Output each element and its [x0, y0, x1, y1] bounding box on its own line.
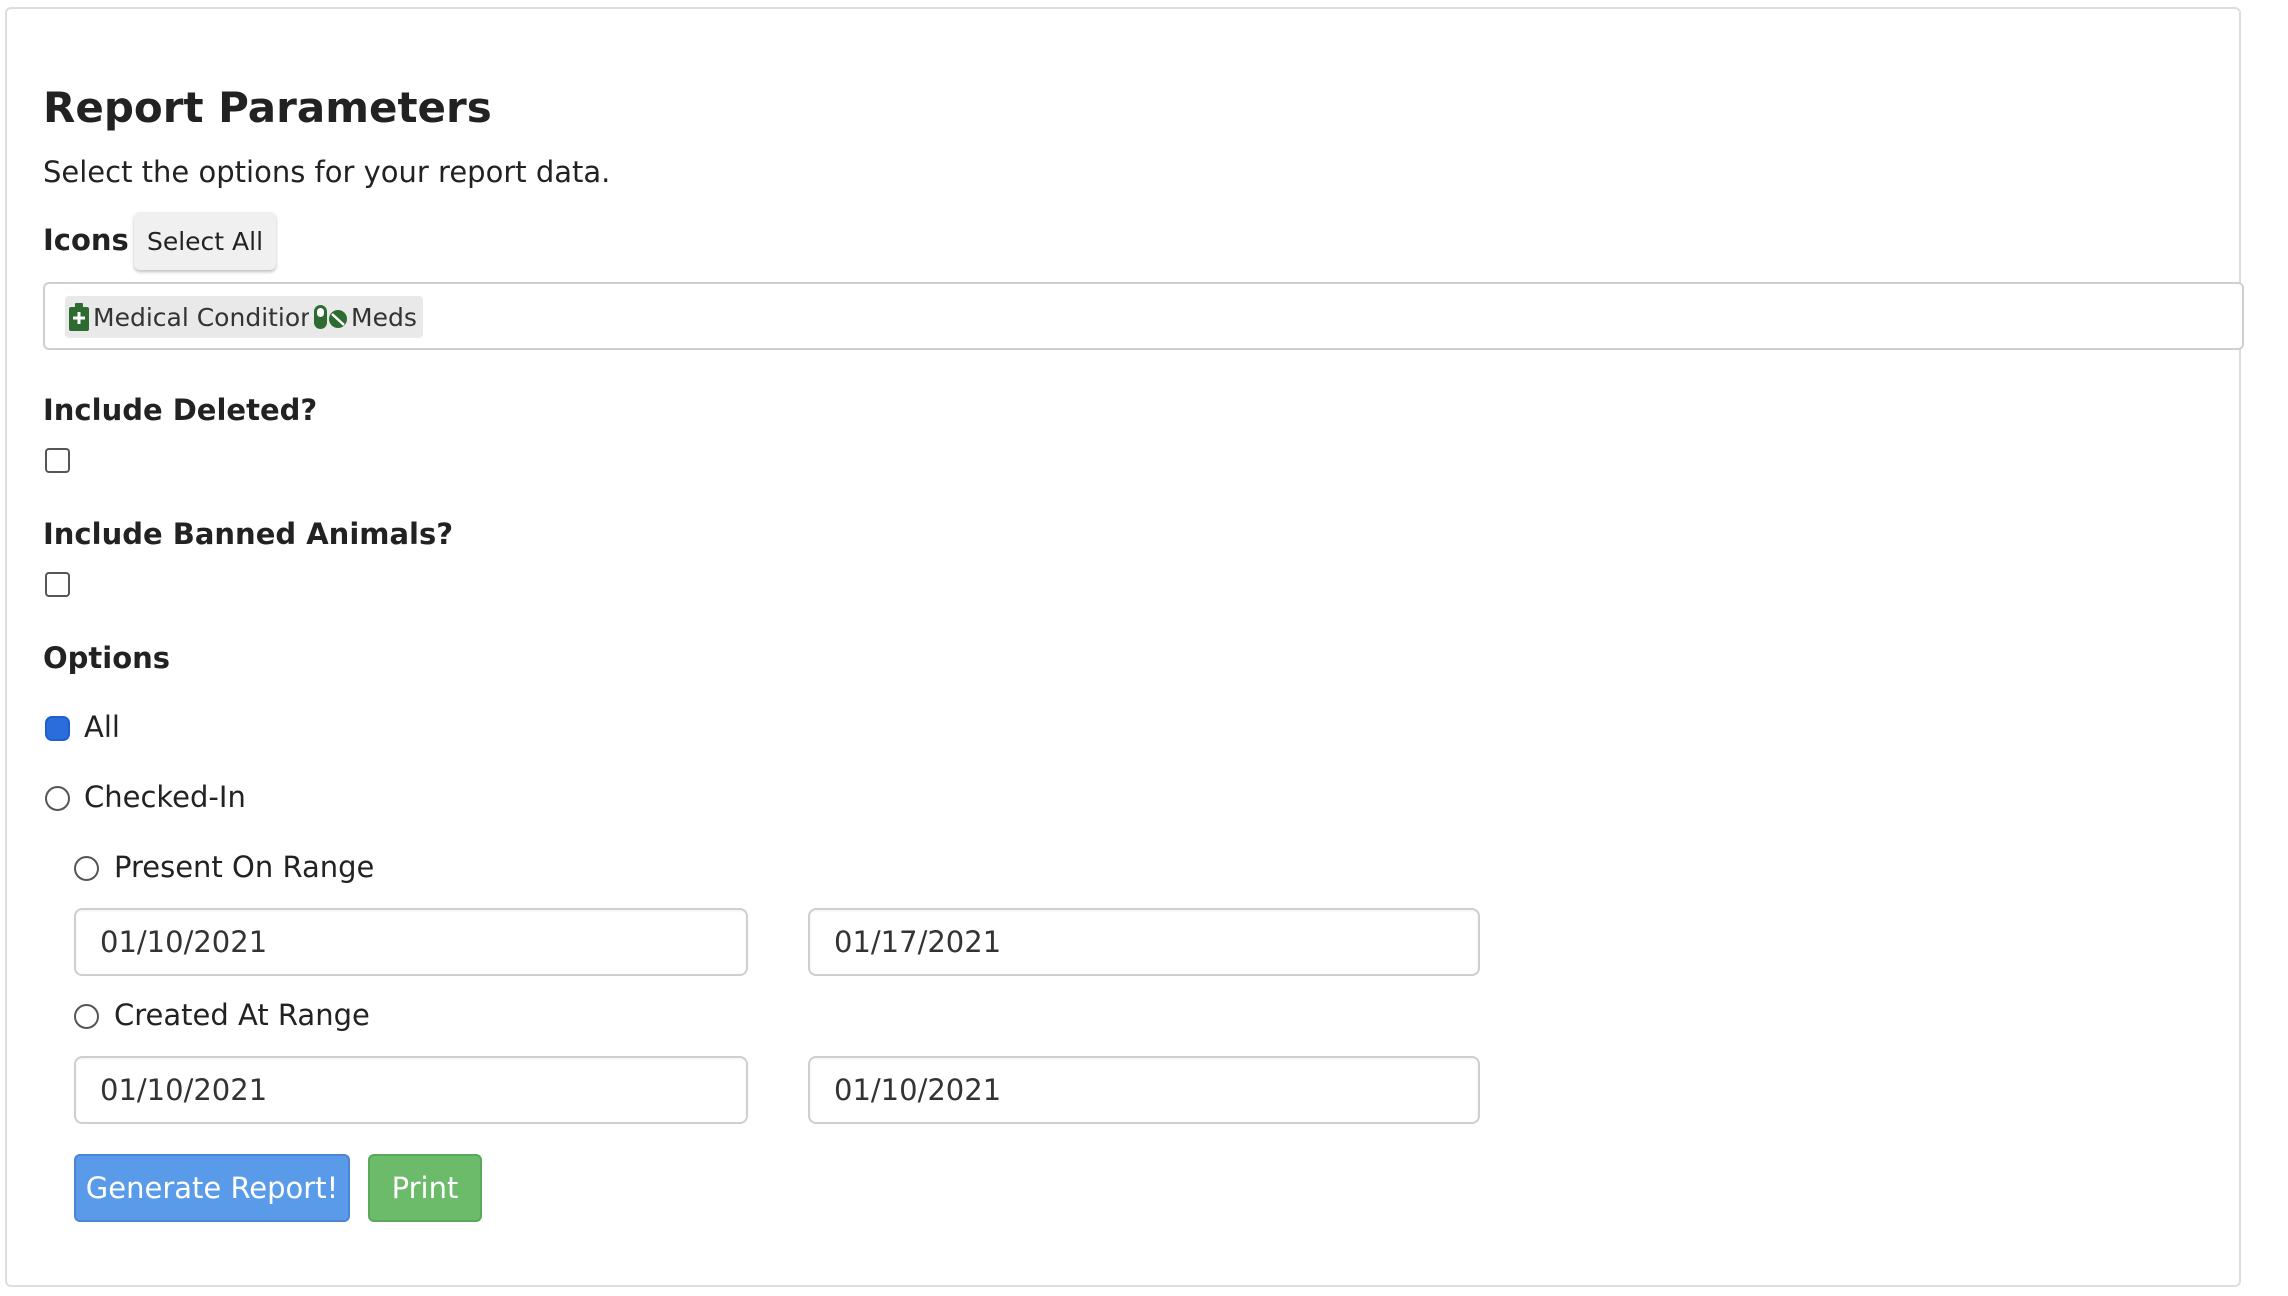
option-all-radio[interactable]: [45, 716, 70, 741]
page-subtitle: Select the options for your report data.: [43, 155, 611, 189]
created-at-start-date-input[interactable]: [74, 1056, 748, 1124]
created-at-range-radio[interactable]: [74, 1004, 99, 1029]
present-on-range-radio[interactable]: [74, 856, 99, 881]
present-on-end-date-input[interactable]: [808, 908, 1480, 976]
tag-meds[interactable]: Meds: [309, 296, 423, 338]
created-at-end-date-input[interactable]: [808, 1056, 1480, 1124]
medical-kit-icon: [69, 303, 89, 331]
pills-icon: [314, 305, 347, 329]
select-all-button[interactable]: Select All: [134, 212, 276, 270]
option-checked-in-label: Checked-In: [84, 780, 246, 814]
tag-label: Meds: [351, 302, 417, 332]
options-label: Options: [43, 641, 171, 675]
include-deleted-label: Include Deleted?: [43, 393, 318, 427]
tag-label: Medical Condition: [93, 302, 317, 332]
tag-medical-condition[interactable]: Medical Condition: [65, 296, 323, 338]
icons-label: Icons: [43, 223, 129, 257]
page-title: Report Parameters: [43, 83, 492, 132]
icons-multiselect[interactable]: Medical Condition Meds: [43, 282, 2244, 350]
generate-report-button[interactable]: Generate Report!: [74, 1154, 350, 1222]
created-at-range-label: Created At Range: [114, 998, 370, 1032]
option-checked-in-radio[interactable]: [45, 786, 70, 811]
print-button[interactable]: Print: [368, 1154, 482, 1222]
present-on-start-date-input[interactable]: [74, 908, 748, 976]
include-banned-label: Include Banned Animals?: [43, 517, 454, 551]
present-on-range-label: Present On Range: [114, 850, 375, 884]
include-banned-checkbox[interactable]: [45, 572, 70, 597]
option-all-label: All: [84, 710, 120, 744]
include-deleted-checkbox[interactable]: [45, 448, 70, 473]
